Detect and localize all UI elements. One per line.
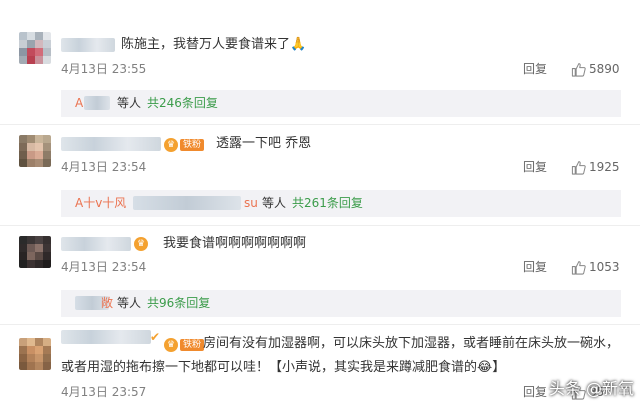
- reply-user-name[interactable]: A十v十风: [75, 195, 126, 211]
- comment-text: 陈施主，我替万人要食谱来了🙏: [121, 37, 307, 52]
- reply-summary[interactable]: 敞 等人 共96条回复: [61, 290, 621, 317]
- reply-count-link[interactable]: 共96条回复: [147, 295, 210, 311]
- fan-badge: ♛ 铁粉: [164, 138, 205, 152]
- thumbs-up-icon: [571, 160, 586, 175]
- reply-button[interactable]: 回复: [523, 384, 547, 400]
- fan-badge: ♛ 铁粉: [164, 338, 205, 352]
- reply-deng-label: 等人: [117, 96, 142, 110]
- reply-summary[interactable]: A十v十风 su 等人 共261条回复: [61, 190, 621, 217]
- comment-text: 透露一下吧 乔恩: [216, 136, 312, 151]
- comment-time: 4月13日 23:54: [61, 260, 147, 274]
- comment-text-line2: 或者用湿的拖布擦一下地都可以哇！【小声说，其实我是来蹲减肥食谱的😂】: [61, 360, 506, 375]
- like-button[interactable]: 1053: [571, 259, 620, 275]
- reply-button[interactable]: 回复: [523, 61, 547, 77]
- avatar[interactable]: [19, 135, 51, 167]
- divider: [0, 225, 640, 226]
- like-button[interactable]: 5890: [571, 61, 620, 77]
- reply-button[interactable]: 回复: [523, 259, 547, 275]
- comment-text: 我要食谱啊啊啊啊啊啊啊: [163, 236, 307, 251]
- like-count: 1925: [589, 160, 620, 174]
- reply-count-link[interactable]: 共261条回复: [292, 195, 363, 211]
- divider: [0, 124, 640, 125]
- username-redacted[interactable]: [61, 38, 115, 52]
- reply-user-name[interactable]: A: [75, 95, 83, 111]
- divider: [0, 324, 640, 325]
- reply-user-name-end[interactable]: 敞: [101, 295, 113, 311]
- avatar[interactable]: [19, 338, 51, 370]
- verified-icon: ✔: [150, 330, 161, 344]
- username-redacted[interactable]: [61, 237, 131, 251]
- like-count: 1053: [589, 260, 620, 274]
- like-count: 5890: [589, 62, 620, 76]
- comment-time: 4月13日 23:57: [61, 385, 147, 399]
- like-button[interactable]: 1925: [571, 159, 620, 175]
- crown-icon: ♛: [164, 138, 178, 152]
- username-redacted[interactable]: [61, 330, 151, 344]
- comment-text-line1: 房间有没有加湿器啊，可以床头放下加湿器，或者睡前在床头放一碗水，: [203, 336, 620, 351]
- fan-badge-label: 铁粉: [180, 339, 205, 351]
- reply-count-link[interactable]: 共246条回复: [147, 95, 218, 111]
- fan-badge: ♛: [134, 237, 148, 251]
- reply-users-redacted: [133, 196, 241, 210]
- crown-icon: ♛: [164, 338, 178, 352]
- reply-user-name-end[interactable]: su: [244, 195, 258, 211]
- reply-deng-label: 等人: [262, 196, 287, 210]
- avatar[interactable]: [19, 236, 51, 268]
- reply-deng-label: 等人: [117, 296, 142, 310]
- thumbs-up-icon: [571, 260, 586, 275]
- reply-summary[interactable]: A 等人 共246条回复: [61, 90, 621, 117]
- watermark: 头条 @新氧: [548, 379, 634, 398]
- reply-button[interactable]: 回复: [523, 159, 547, 175]
- avatar[interactable]: [19, 32, 51, 64]
- crown-icon: ♛: [134, 237, 148, 251]
- reply-users-redacted: [84, 96, 110, 110]
- thumbs-up-icon: [571, 62, 586, 77]
- comment-time: 4月13日 23:54: [61, 160, 147, 174]
- fan-badge-label: 铁粉: [180, 139, 205, 151]
- comment-time: 4月13日 23:55: [61, 62, 147, 76]
- username-redacted[interactable]: [61, 137, 161, 151]
